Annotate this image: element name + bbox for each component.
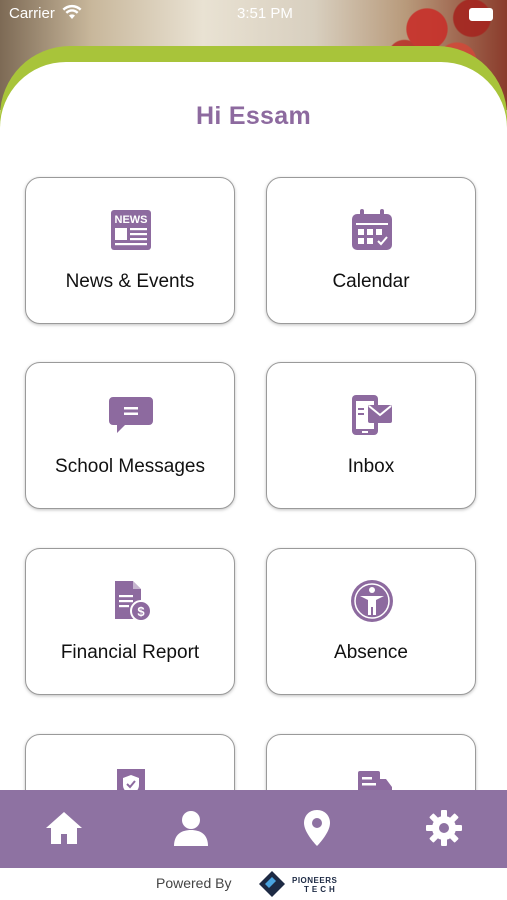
brand-name: PIONEERS TECH — [292, 876, 338, 894]
financial-report-icon: $ — [115, 581, 152, 622]
brand-title: PIONEERS — [292, 876, 338, 885]
powered-by-label: Powered By — [156, 875, 232, 891]
settings-icon[interactable] — [424, 808, 464, 848]
svg-text:$: $ — [137, 604, 145, 619]
status-bar: Carrier 3:51 PM — [0, 0, 507, 28]
home-icon[interactable] — [44, 808, 84, 848]
tile-label: Financial Report — [60, 642, 200, 663]
location-icon[interactable] — [297, 808, 337, 848]
tile-label: School Messages — [55, 456, 205, 477]
tile-school-messages[interactable]: School Messages — [25, 362, 235, 509]
footer: Powered By PIONEERS TECH — [0, 868, 507, 900]
tile-absence[interactable]: Absence — [266, 548, 476, 695]
tile-inbox[interactable]: Inbox — [266, 362, 476, 509]
battery-icon — [469, 8, 493, 21]
svg-text:NEWS: NEWS — [115, 214, 148, 226]
tile-label: News & Events — [65, 271, 195, 292]
inbox-icon — [352, 395, 392, 435]
bottom-navigation — [0, 790, 507, 868]
profile-icon[interactable] — [171, 808, 211, 848]
carrier-label: Carrier — [9, 5, 55, 22]
news-icon: NEWS — [111, 210, 151, 250]
pioneers-logo-icon — [259, 871, 285, 897]
tile-label: Inbox — [347, 456, 395, 477]
tile-calendar[interactable]: Calendar — [266, 177, 476, 324]
message-icon — [109, 397, 153, 433]
clock: 3:51 PM — [237, 5, 293, 22]
brand-subtitle: TECH — [304, 885, 338, 894]
greeting-title: Hi Essam — [196, 102, 311, 130]
calendar-icon — [352, 209, 392, 250]
tile-label: Absence — [334, 642, 408, 663]
wifi-icon — [62, 4, 82, 19]
tile-label: Calendar — [332, 271, 410, 292]
absence-icon — [351, 580, 393, 622]
tile-news-events[interactable]: NEWS News & Events — [25, 177, 235, 324]
tile-financial-report[interactable]: $ Financial Report — [25, 548, 235, 695]
